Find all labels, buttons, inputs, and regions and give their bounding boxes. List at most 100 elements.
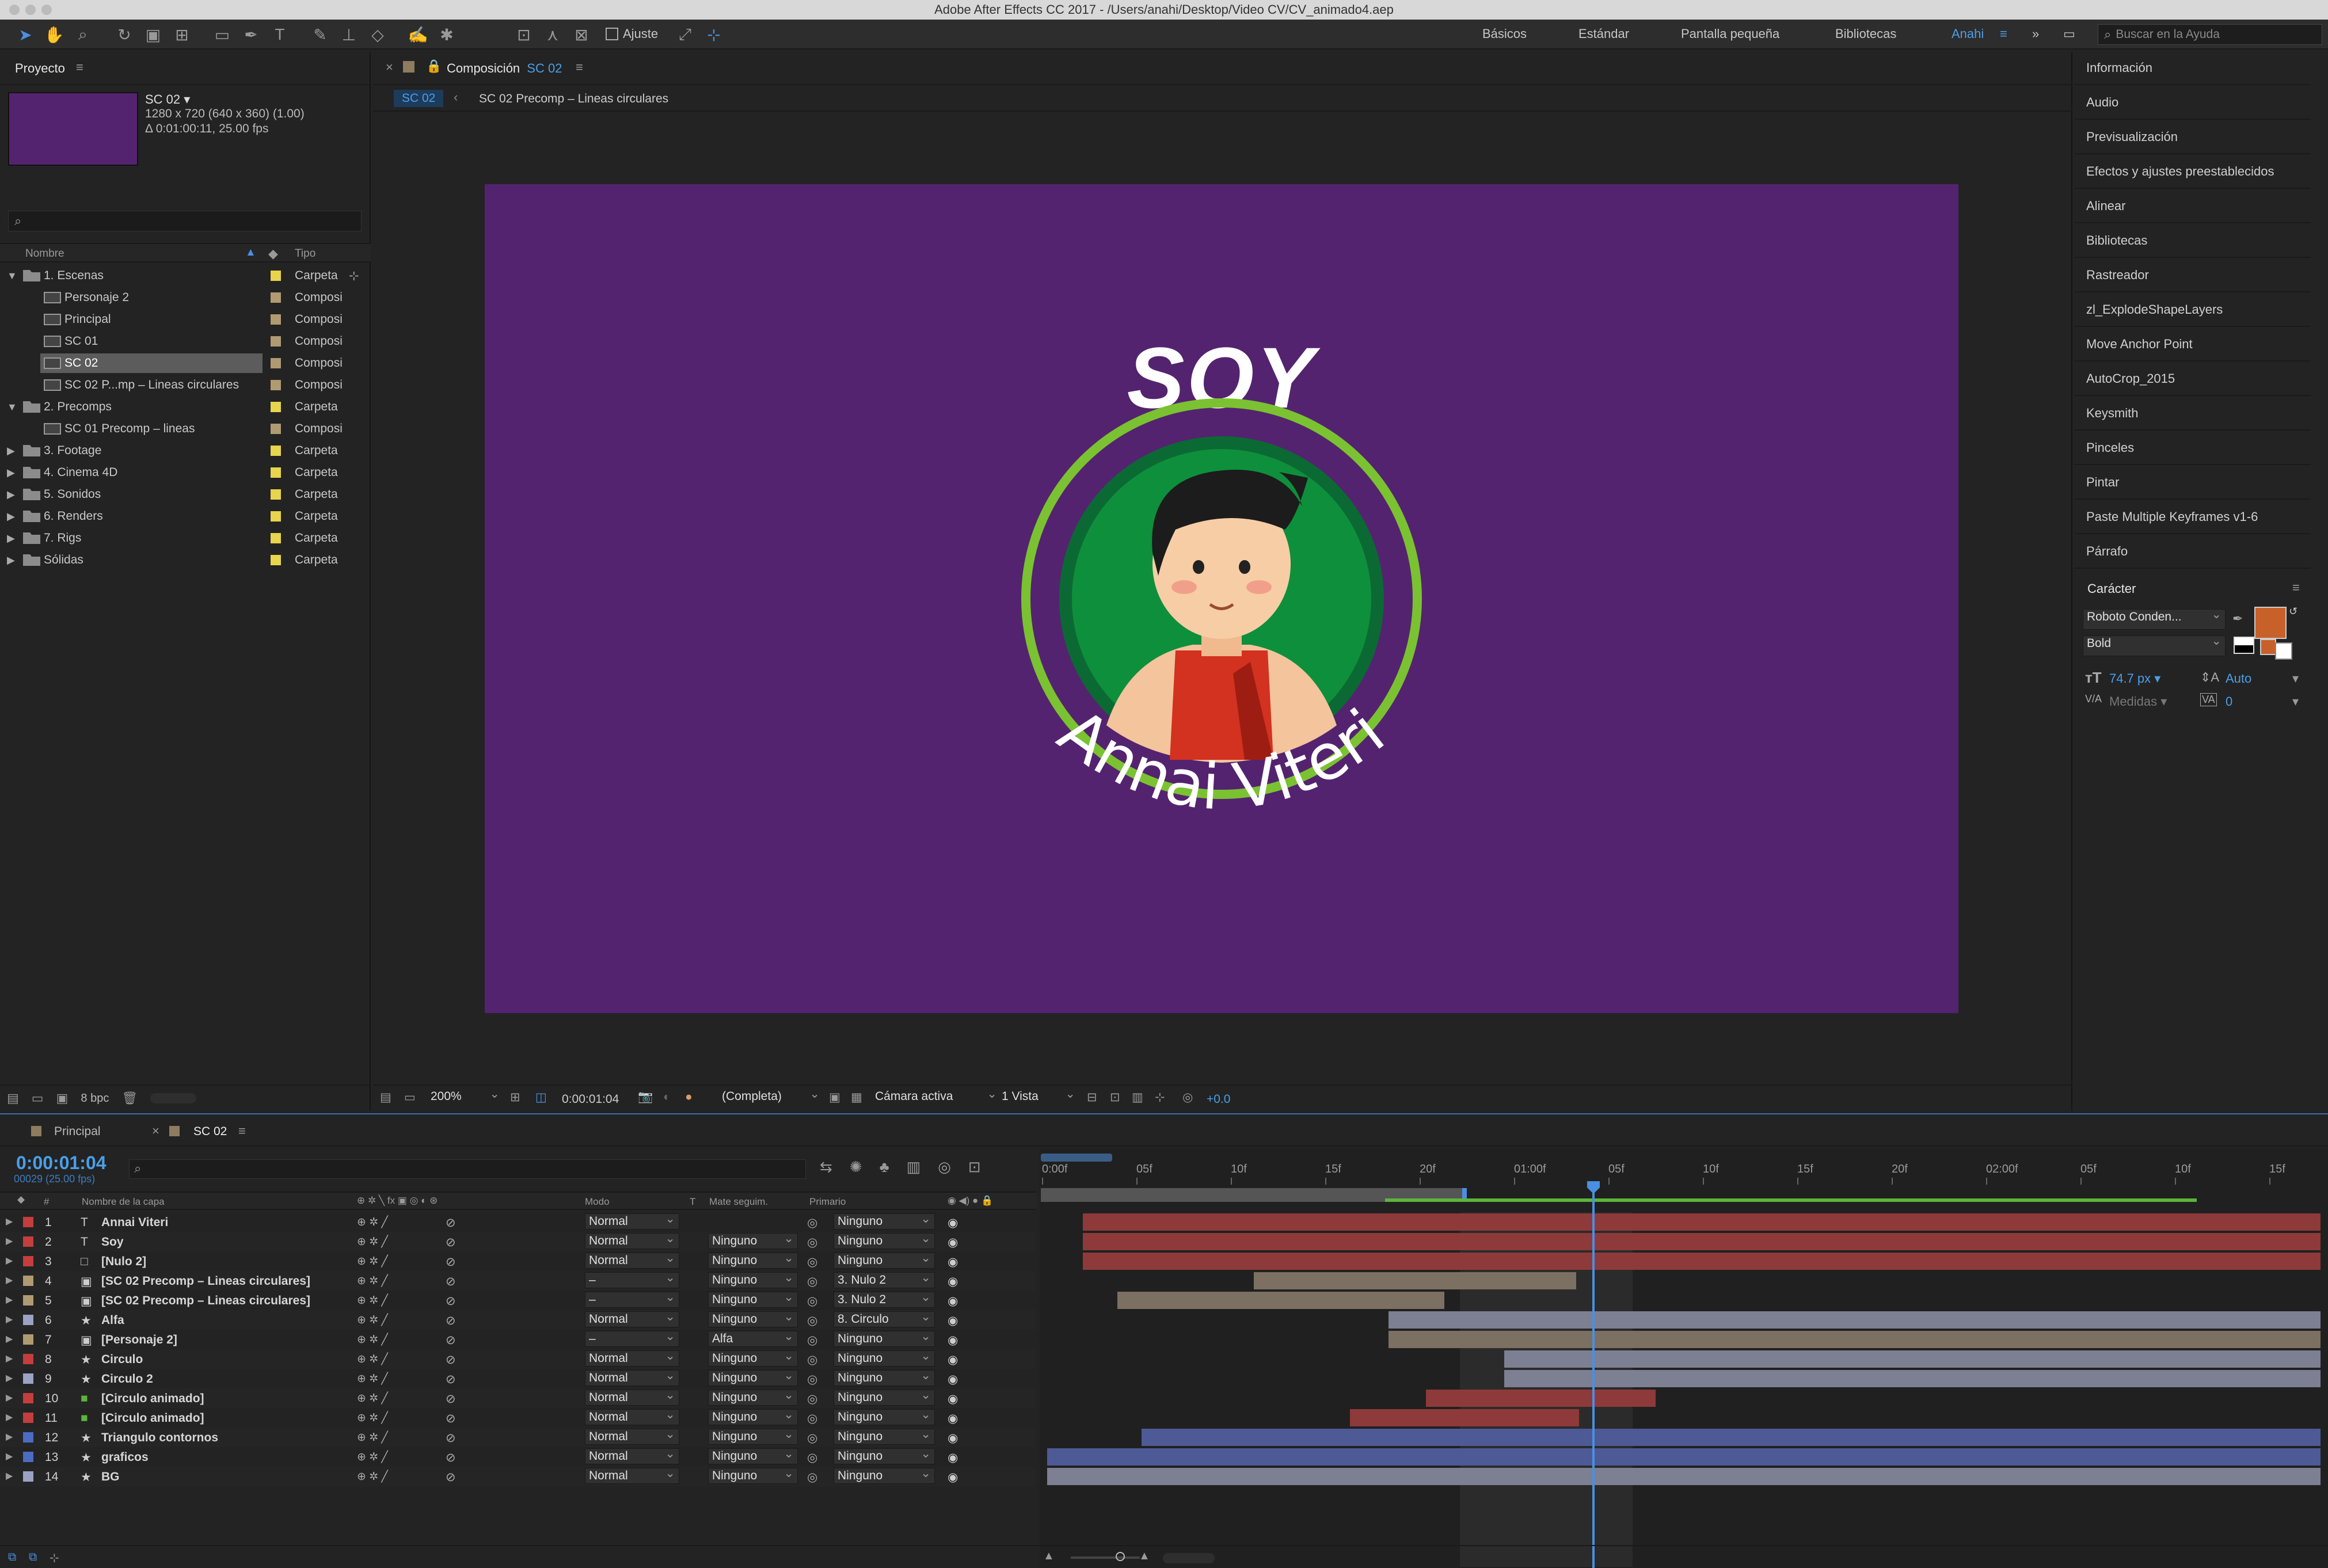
blend-mode-dropdown[interactable]: Normal [585,1368,679,1386]
panel-item[interactable]: AutoCrop_2015 [2075,363,2311,396]
current-time[interactable]: 0:00:01:04 [562,1093,619,1106]
panel-item[interactable]: Efectos y ajustes preestablecidos [2075,155,2311,189]
layer-switch-icons[interactable]: ⊕ ✲ ╱ [357,1392,388,1405]
visibility-eye-icon[interactable]: ◉ [948,1333,958,1348]
label-swatch[interactable] [271,402,281,412]
project-item[interactable]: ▼ 2. Precomps Carpeta [0,396,371,418]
project-item[interactable]: ▶ 3. Footage Carpeta [0,440,371,462]
layer-label-swatch[interactable] [23,1373,33,1384]
blend-mode-dropdown[interactable]: Normal [585,1231,679,1249]
timeline-icon[interactable]: ▥ [1132,1090,1143,1105]
label-swatch[interactable] [271,424,281,434]
layer-duration-bar[interactable] [1389,1331,2321,1348]
parent-dropdown[interactable]: Ninguno [834,1466,935,1484]
parent-dropdown[interactable]: Ninguno [834,1447,935,1464]
project-item[interactable]: ▶ 4. Cinema 4D Carpeta [0,462,371,484]
disclosure-triangle-icon[interactable]: ▶ [7,467,15,479]
pen-tool-icon[interactable]: ✒ [239,23,263,46]
project-item[interactable]: Personaje 2 Composi [0,287,371,309]
layer-row[interactable]: ▶ 8 ★ Circulo ⊕ ✲ ╱ ⊘ Normal Ninguno ◎ Ninguno ◉ [0,1349,1036,1369]
snap-toggle[interactable]: Ajuste [606,26,658,41]
layer-switch-icons[interactable]: ⊕ ✲ ╱ [357,1451,388,1464]
close-tab-icon[interactable]: × [152,1124,159,1139]
workspace-anahi[interactable]: Anahi [1952,26,1984,41]
parent-dropdown[interactable]: 3. Nulo 2 [834,1290,935,1308]
disclosure-triangle-icon[interactable]: ▶ [7,511,15,523]
mask-visibility-icon[interactable]: ◫ [535,1090,547,1105]
layer-label-swatch[interactable] [23,1295,33,1306]
label-swatch[interactable] [271,489,281,500]
expand-layer-icon[interactable]: ▶ [6,1274,13,1286]
disclosure-triangle-icon[interactable]: ▶ [7,489,15,501]
panel-item[interactable]: Keysmith [2075,397,2311,431]
close-tab-icon[interactable]: × [386,60,393,75]
layer-row[interactable]: ▶ 2 T Soy ⊕ ✲ ╱ ⊘ Normal Ninguno ◎ Ninguno ◉ [0,1231,1036,1251]
parent-pickwhip-icon[interactable]: ◎ [807,1216,817,1230]
flowchart-icon[interactable]: ⊹ [1155,1090,1165,1105]
breadcrumb-sc02[interactable]: SC 02 [394,90,444,107]
eraser-tool-icon[interactable]: ◇ [366,23,389,46]
layer-label-swatch[interactable] [23,1432,33,1443]
project-item[interactable]: SC 02 Composi [0,352,371,374]
motion-blur-switch-icon[interactable]: ⊘ [446,1411,456,1426]
layer-switch-icons[interactable]: ⊕ ✲ ╱ [357,1255,388,1268]
layer-label-swatch[interactable] [23,1471,33,1482]
disclosure-triangle-icon[interactable]: ▶ [7,554,15,566]
project-tab[interactable]: Proyecto [15,61,65,76]
layer-switch-icons[interactable]: ⊕ ✲ ╱ [357,1353,388,1366]
panel-item[interactable]: Move Anchor Point [2075,328,2311,361]
disclosure-triangle-icon[interactable]: ▶ [7,532,15,545]
label-swatch[interactable] [271,292,281,303]
layer-switch-icons[interactable]: ⊕ ✲ ╱ [357,1333,388,1346]
layer-row[interactable]: ▶ 1 T Annai Viteri ⊕ ✲ ╱ ⊘ Normal ◎ Ninguno ◉ [0,1212,1036,1232]
label-swatch[interactable] [271,358,281,368]
parent-pickwhip-icon[interactable]: ◎ [807,1255,817,1269]
transfer-controls-toggle-icon[interactable]: ⧉ [29,1551,37,1564]
layer-duration-bar[interactable] [1047,1448,2321,1466]
panel-item[interactable]: Previsualización [2075,121,2311,154]
reset-exposure-icon[interactable]: ◎ [1182,1090,1193,1105]
zoom-dropdown[interactable]: 200% [427,1087,503,1109]
panel-item[interactable]: Paste Multiple Keyframes v1-6 [2075,501,2311,534]
rectangle-tool-icon[interactable]: ▭ [211,23,234,46]
resolution-dropdown[interactable]: (Completa) [718,1087,823,1109]
motion-blur-switch-icon[interactable]: ⊘ [446,1392,456,1406]
label-column-icon[interactable]: ◆ [268,246,278,261]
parent-pickwhip-icon[interactable]: ◎ [807,1451,817,1465]
leading-value[interactable]: Auto [2226,671,2251,686]
motion-blur-switch-icon[interactable]: ⊘ [446,1470,456,1485]
label-swatch[interactable] [271,314,281,325]
fast-previews-icon[interactable]: ⊡ [1110,1090,1120,1105]
expand-layer-icon[interactable]: ▶ [6,1392,13,1403]
color-channel-icon[interactable]: ● [685,1090,693,1104]
layer-label-swatch[interactable] [23,1334,33,1345]
lock-icon[interactable]: 🔒 [426,59,442,74]
tab-sc02[interactable]: SC 02 [193,1125,227,1139]
column-header-mode[interactable]: Modo [585,1196,610,1208]
blend-mode-dropdown[interactable]: Normal [585,1407,679,1425]
composition-tab-label[interactable]: Composición SC 02 [447,61,562,76]
parent-dropdown[interactable]: Ninguno [834,1329,935,1347]
interpret-footage-icon[interactable]: ▤ [7,1091,19,1106]
monitor-icon[interactable]: ▭ [404,1090,416,1105]
motion-blur-switch-icon[interactable]: ⊘ [446,1372,456,1387]
layer-label-swatch[interactable] [23,1276,33,1286]
motion-blur-switch-icon[interactable]: ⊘ [446,1451,456,1465]
layer-name[interactable]: [SC 02 Precomp – Lineas circulares] [101,1274,310,1288]
more-workspaces-icon[interactable]: » [2032,26,2039,41]
stroke-color-swatch[interactable] [2260,639,2276,655]
track-matte-dropdown[interactable]: Ninguno [708,1310,798,1327]
visibility-eye-icon[interactable]: ◉ [948,1294,958,1308]
switches-header-icons[interactable]: ⊕ ✲ ╲ fx ▣ ◎ ◐ ⊛ [357,1195,438,1207]
parent-dropdown[interactable]: 8. Circulo [834,1310,935,1327]
label-swatch[interactable] [271,533,281,543]
toggle-pixel-aspect-icon[interactable]: ⊟ [1087,1090,1097,1105]
expand-layer-icon[interactable]: ▶ [6,1255,13,1266]
layer-row[interactable]: ▶ 14 ★ BG ⊕ ✲ ╱ ⊘ Normal Ninguno ◎ Ninguno ◉ [0,1466,1036,1486]
work-area-navigator[interactable] [1041,1154,1112,1162]
label-swatch[interactable] [271,555,281,565]
motion-blur-switch-icon[interactable]: ⊘ [446,1294,456,1308]
comp-mini-flowchart-icon[interactable]: ⇆ [820,1158,832,1176]
label-swatch[interactable] [271,336,281,347]
layer-switch-icons[interactable]: ⊕ ✲ ╱ [357,1470,388,1483]
